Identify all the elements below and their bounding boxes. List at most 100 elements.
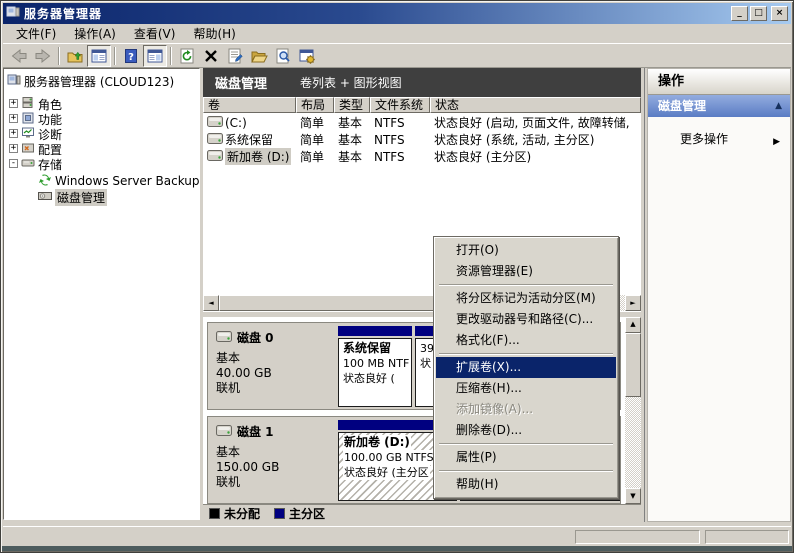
show-console-tree-icon[interactable]	[87, 45, 111, 67]
primary-partition-swatch	[274, 508, 285, 519]
menu-item-shrink-volume[interactable]: 压缩卷(H)...	[436, 378, 616, 399]
partition-status: 状态良好 (	[343, 371, 407, 386]
up-folder-icon[interactable]	[63, 45, 87, 67]
volume-name: 系统保留	[225, 131, 273, 148]
expand-icon[interactable]: +	[9, 144, 18, 153]
actions-title: 操作	[648, 69, 790, 95]
volume-status: 状态良好 (主分区)	[430, 148, 641, 165]
menu-separator	[439, 443, 613, 445]
menu-separator	[439, 470, 613, 472]
volume-type: 基本	[334, 148, 370, 165]
menu-item-open[interactable]: 打开(O)	[436, 240, 616, 261]
minimize-button[interactable]: _	[731, 6, 748, 21]
partition-title: 新加卷 (D:)	[343, 435, 411, 450]
disk-0-label[interactable]: 磁盘 0 基本 40.00 GB 联机	[210, 325, 334, 407]
menu-item-delete-volume[interactable]: 删除卷(D)...	[436, 420, 616, 441]
menu-item-extend-volume[interactable]: 扩展卷(X)...	[436, 357, 616, 378]
volume-row-system-reserved[interactable]: 系统保留 简单 基本 NTFS 状态良好 (系统, 活动, 主分区)	[203, 131, 641, 148]
disk-state: 联机	[216, 381, 328, 396]
volume-name-selected: 新加卷 (D:)	[225, 148, 291, 165]
menu-file[interactable]: 文件(F)	[7, 23, 65, 44]
disk-size: 40.00 GB	[216, 366, 328, 381]
volume-row-c[interactable]: (C:) 简单 基本 NTFS 状态良好 (启动, 页面文件, 故障转储,	[203, 114, 641, 131]
server-icon	[7, 73, 21, 90]
window-bottom-edge	[0, 546, 794, 553]
status-segment	[575, 530, 700, 544]
menu-item-help[interactable]: 帮助(H)	[436, 474, 616, 495]
volume-row-new-volume-d[interactable]: 新加卷 (D:) 简单 基本 NTFS 状态良好 (主分区)	[203, 148, 641, 165]
expand-icon[interactable]: +	[9, 99, 18, 108]
column-header-layout[interactable]: 布局	[296, 97, 334, 113]
disk-kind: 基本	[216, 445, 328, 460]
tree-root-server-manager[interactable]: 服务器管理器 (CLOUD123)	[7, 73, 174, 89]
legend-primary-partition: 主分区	[274, 505, 325, 522]
column-header-type[interactable]: 类型	[334, 97, 370, 113]
panel-title: 磁盘管理	[215, 73, 267, 92]
menu-item-mark-partition-active[interactable]: 将分区标记为活动分区(M)	[436, 288, 616, 309]
drive-icon	[207, 116, 223, 130]
disk-1-label[interactable]: 磁盘 1 基本 150.00 GB 联机	[210, 419, 334, 501]
tree-item-storage[interactable]: 存储	[21, 156, 62, 172]
toolbar-separator	[170, 47, 172, 65]
menu-item-add-mirror[interactable]: 添加镜像(A)...	[436, 399, 616, 420]
volume-name: (C:)	[225, 116, 247, 130]
menu-item-explorer[interactable]: 资源管理器(E)	[436, 261, 616, 282]
close-button[interactable]: ×	[771, 6, 788, 21]
tree-item-windows-server-backup[interactable]: Windows Server Backup	[38, 173, 200, 189]
menu-separator	[439, 284, 613, 286]
scroll-up-icon[interactable]: ▲	[625, 317, 641, 333]
panel-divider[interactable]	[644, 68, 645, 522]
refresh-icon[interactable]	[175, 45, 199, 67]
column-header-filesystem[interactable]: 文件系统	[370, 97, 430, 113]
volume-layout: 简单	[296, 131, 334, 148]
scrollbar-thumb[interactable]	[625, 333, 641, 397]
maximize-button[interactable]: □	[750, 6, 767, 21]
expand-icon[interactable]: -	[9, 159, 18, 168]
tree-item-disk-management[interactable]: 磁盘管理	[38, 189, 107, 205]
properties-icon[interactable]	[223, 45, 247, 67]
window-title: 服务器管理器	[24, 5, 102, 22]
volume-filesystem: NTFS	[370, 133, 430, 147]
app-icon	[6, 5, 20, 22]
menu-item-change-drive-letter[interactable]: 更改驱动器号和路径(C)...	[436, 309, 616, 330]
volume-context-menu: 打开(O) 资源管理器(E) 将分区标记为活动分区(M) 更改驱动器号和路径(C…	[433, 236, 619, 499]
disk-state: 联机	[216, 475, 328, 490]
drive-icon	[207, 150, 223, 164]
menu-item-format[interactable]: 格式化(F)...	[436, 330, 616, 351]
actions-pane: 操作 磁盘管理 ▲ 更多操作 ▶	[647, 68, 791, 522]
column-header-volume[interactable]: 卷	[203, 97, 296, 113]
tree-root-label: 服务器管理器 (CLOUD123)	[24, 73, 174, 90]
search-icon[interactable]	[271, 45, 295, 67]
open-folder-icon[interactable]	[247, 45, 271, 67]
help-icon[interactable]: ?	[119, 45, 143, 67]
more-actions-item[interactable]: 更多操作 ▶	[648, 129, 790, 149]
expand-icon[interactable]: +	[9, 129, 18, 138]
status-bar	[3, 526, 791, 546]
drive-icon	[207, 133, 223, 147]
show-actions-pane-icon[interactable]	[143, 45, 167, 67]
menu-help[interactable]: 帮助(H)	[184, 23, 244, 44]
disk-name: 磁盘 1	[237, 425, 274, 440]
tree-item-label: 存储	[38, 156, 62, 173]
menu-item-properties[interactable]: 属性(P)	[436, 447, 616, 468]
scroll-left-icon[interactable]: ◄	[203, 295, 219, 311]
expand-icon[interactable]: +	[9, 114, 18, 123]
disk-kind: 基本	[216, 351, 328, 366]
menu-action[interactable]: 操作(A)	[65, 23, 125, 44]
back-icon[interactable]	[7, 45, 31, 67]
scroll-down-icon[interactable]: ▼	[625, 488, 641, 504]
partition-system-reserved[interactable]: 系统保留 100 MB NTF 状态良好 (	[338, 326, 412, 407]
volume-filesystem: NTFS	[370, 150, 430, 164]
toolbar: ?	[3, 44, 791, 68]
manage-icon[interactable]	[295, 45, 319, 67]
actions-section-disk-management[interactable]: 磁盘管理 ▲	[648, 95, 790, 117]
vertical-scrollbar[interactable]: ▲ ▼	[625, 317, 641, 504]
scroll-right-icon[interactable]: ►	[625, 295, 641, 311]
column-header-status[interactable]: 状态	[430, 97, 641, 113]
collapse-icon[interactable]: ▲	[775, 95, 782, 117]
forward-icon[interactable]	[31, 45, 55, 67]
legend-unallocated: 未分配	[209, 505, 260, 522]
menu-view[interactable]: 查看(V)	[125, 23, 185, 44]
volume-filesystem: NTFS	[370, 116, 430, 130]
delete-icon[interactable]	[199, 45, 223, 67]
